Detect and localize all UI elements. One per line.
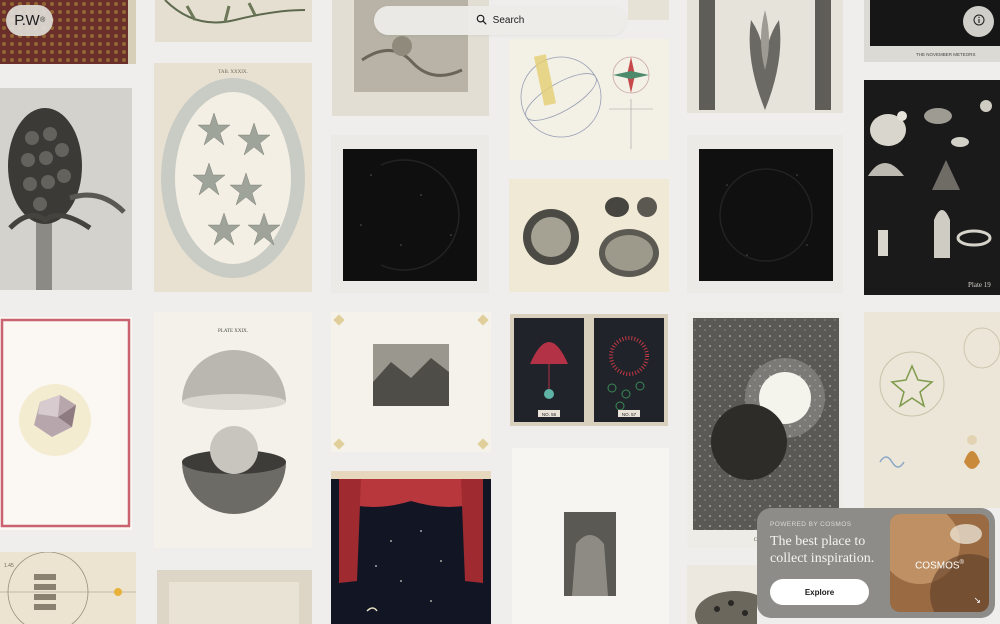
artwork-sketch-bottom[interactable] [157, 570, 312, 624]
search-icon [476, 14, 487, 28]
artwork-diagram[interactable]: 1.45 [0, 552, 136, 624]
sphere-plate-label: PLATE XXIX. [218, 329, 248, 334]
artwork-sponges[interactable] [509, 179, 669, 292]
logo-text: P.W [14, 12, 40, 29]
artwork-figure-print[interactable] [512, 448, 669, 624]
search-label: Search [492, 15, 525, 26]
cosmos-brand-text: COSMOS [915, 560, 960, 572]
meteors-title: THE NOVEMBER METEORS [916, 52, 976, 57]
artwork-starfish[interactable]: TAB. XXXIX. [154, 63, 312, 292]
artwork-pinecone[interactable] [0, 88, 132, 290]
artwork-theatre[interactable] [331, 471, 491, 624]
info-icon [973, 13, 985, 31]
artwork-dark-moon-1[interactable] [331, 135, 489, 293]
arrow-down-right-icon: ↘ [973, 595, 981, 605]
starfish-plate-label: TAB. XXXIX. [218, 70, 247, 75]
turkey-plate-label: Plate 19 [968, 281, 991, 289]
artwork-astronomy-chart[interactable] [509, 39, 669, 160]
artwork-tulip[interactable] [687, 0, 843, 113]
chart-value: 1.45 [4, 563, 14, 569]
jelly-label-right: NO. 57 [622, 412, 637, 417]
artwork-sphere[interactable]: PLATE XXIX. [154, 312, 312, 548]
logo-button[interactable]: P.W ® [6, 5, 53, 36]
artwork-strip-top[interactable] [628, 0, 669, 20]
cosmos-promo-card: POWERED BY COSMOS The best place to coll… [757, 508, 995, 618]
artwork-dark-moon-2[interactable] [687, 135, 843, 293]
artwork-crystal-frame[interactable] [0, 317, 132, 530]
search-button[interactable]: Search [374, 6, 626, 35]
cosmos-brand-card[interactable]: COSMOS® ↘ [890, 514, 989, 612]
promo-powered-by: POWERED BY COSMOS [770, 521, 852, 528]
artwork-jellyfish-cards[interactable]: NO. 56 NO. 57 [510, 314, 668, 426]
artwork-leopard[interactable] [687, 565, 757, 624]
info-button[interactable] [963, 6, 994, 37]
artwork-turkey-plate[interactable]: Plate 19 [864, 80, 1000, 295]
artwork-branch[interactable] [155, 0, 312, 42]
logo-mark: ® [40, 17, 45, 24]
jelly-label-left: NO. 56 [542, 412, 557, 417]
artwork-harbor-print[interactable] [331, 312, 491, 452]
promo-headline: The best place to collect inspiration. [770, 534, 875, 566]
explore-button[interactable]: Explore [770, 579, 869, 605]
artwork-jellyfish-sketch[interactable] [864, 312, 1000, 508]
cosmos-brand-mark: ® [959, 560, 964, 566]
